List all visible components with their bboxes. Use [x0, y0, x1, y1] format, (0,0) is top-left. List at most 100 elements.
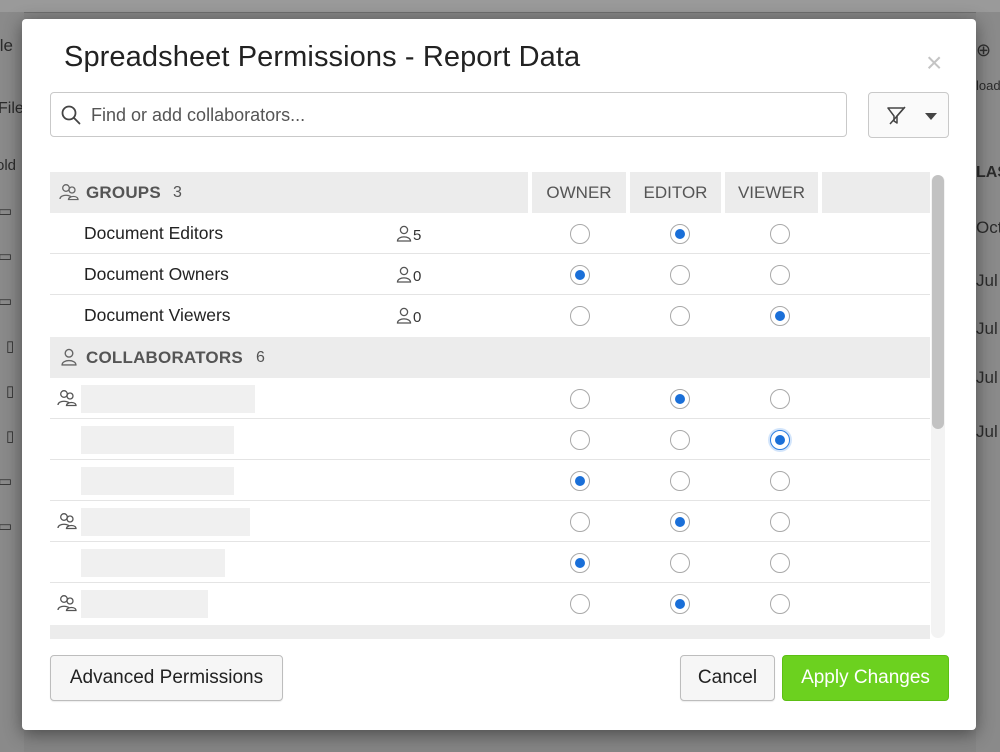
- viewer-radio[interactable]: [770, 224, 790, 244]
- background-date: Oct: [976, 218, 1000, 237]
- editor-radio[interactable]: [670, 430, 690, 450]
- collaborator-row: [50, 419, 930, 460]
- background-date: Jul: [976, 368, 998, 387]
- collaborators-count: 6: [256, 349, 265, 366]
- viewer-radio[interactable]: [770, 430, 790, 450]
- background-text: old: [0, 157, 17, 174]
- person-icon: [396, 307, 412, 324]
- group-row: Document Editors 5: [50, 213, 930, 254]
- permissions-list: GROUPS 3 OWNER EDITOR VIEWER Document Ed…: [50, 172, 949, 639]
- list-scrollbar[interactable]: [931, 175, 945, 638]
- background-right-panel: ⊕ load LAS Oct Jul Jul Jul Jul: [976, 12, 1000, 752]
- advanced-permissions-button[interactable]: Advanced Permissions: [50, 655, 283, 701]
- background-left-panel: ile File old ▭ ▭ ▭ ▯ ▯ ▯ ▭ ▭: [0, 12, 24, 752]
- groups-icon: [57, 595, 77, 612]
- member-count: 5: [396, 225, 421, 244]
- column-divider: [818, 172, 822, 213]
- editor-radio[interactable]: [670, 553, 690, 573]
- search-input[interactable]: [89, 99, 833, 131]
- person-icon: [61, 348, 77, 366]
- member-count: 0: [396, 307, 421, 326]
- collaborators-section-header: COLLABORATORS 6: [50, 337, 930, 378]
- editor-radio[interactable]: [670, 306, 690, 326]
- viewer-radio[interactable]: [770, 553, 790, 573]
- redacted-name: [81, 385, 255, 413]
- background-text: load: [976, 78, 1000, 93]
- editor-radio[interactable]: [670, 471, 690, 491]
- group-row: Document Owners 0: [50, 254, 930, 295]
- viewer-radio[interactable]: [770, 471, 790, 491]
- background-date: Jul: [976, 422, 998, 441]
- viewer-radio[interactable]: [770, 265, 790, 285]
- viewer-radio[interactable]: [770, 512, 790, 532]
- viewer-radio[interactable]: [770, 306, 790, 326]
- owner-column-header: OWNER: [532, 172, 626, 213]
- collaborator-row: [50, 378, 930, 419]
- collaborator-row: [50, 583, 930, 624]
- cancel-button[interactable]: Cancel: [680, 655, 775, 701]
- background-tab: File: [0, 100, 24, 117]
- owner-radio[interactable]: [570, 430, 590, 450]
- owner-radio[interactable]: [570, 553, 590, 573]
- member-count-value: 0: [413, 268, 422, 285]
- viewer-radio[interactable]: [770, 594, 790, 614]
- permissions-dialog: Spreadsheet Permissions - Report Data × …: [22, 19, 976, 730]
- redacted-name: [81, 467, 234, 495]
- folder-icon: ▭: [0, 473, 13, 490]
- background-date: Jul: [976, 271, 998, 290]
- redacted-name: [81, 508, 250, 536]
- member-count-value: 5: [413, 227, 422, 244]
- editor-radio[interactable]: [670, 594, 690, 614]
- groups-section-label: GROUPS: [86, 183, 161, 202]
- owner-radio[interactable]: [570, 389, 590, 409]
- owner-radio[interactable]: [570, 471, 590, 491]
- editor-column-header: EDITOR: [630, 172, 721, 213]
- collaborators-section-label: COLLABORATORS: [86, 348, 243, 367]
- groups-icon: [59, 184, 79, 201]
- group-name: Document Editors: [84, 223, 224, 243]
- folder-icon: ▭: [0, 293, 13, 310]
- person-icon: [396, 225, 412, 242]
- groups-icon: [57, 390, 77, 407]
- scrollbar-thumb[interactable]: [932, 175, 944, 429]
- editor-radio[interactable]: [670, 224, 690, 244]
- viewer-radio[interactable]: [770, 389, 790, 409]
- redacted-name: [81, 549, 225, 577]
- apply-changes-button[interactable]: Apply Changes: [782, 655, 949, 701]
- background-date: Jul: [976, 319, 998, 338]
- editor-radio[interactable]: [670, 512, 690, 532]
- owner-radio[interactable]: [570, 224, 590, 244]
- groups-count: 3: [173, 184, 182, 201]
- upload-icon: ⊕: [976, 40, 992, 60]
- member-count: 0: [396, 266, 421, 285]
- group-name: Document Viewers: [84, 305, 231, 325]
- filter-dropdown-button[interactable]: [868, 92, 949, 138]
- owner-radio[interactable]: [570, 512, 590, 532]
- member-count-value: 0: [413, 309, 422, 326]
- viewer-column-header: VIEWER: [725, 172, 818, 213]
- editor-radio[interactable]: [670, 389, 690, 409]
- group-name: Document Owners: [84, 264, 229, 284]
- collaborator-row: [50, 460, 930, 501]
- background-toolbar: [0, 0, 1000, 13]
- person-icon: [396, 266, 412, 283]
- dialog-title: Spreadsheet Permissions - Report Data: [64, 41, 581, 73]
- close-icon[interactable]: ×: [926, 49, 942, 77]
- file-icon: ▯: [6, 383, 15, 400]
- owner-radio[interactable]: [570, 306, 590, 326]
- file-icon: ▯: [6, 428, 15, 445]
- groups-icon: [57, 513, 77, 530]
- editor-radio[interactable]: [670, 265, 690, 285]
- folder-icon: ▭: [0, 518, 13, 535]
- chevron-down-icon: [925, 113, 937, 120]
- background-text: ile: [0, 36, 14, 55]
- redacted-name: [81, 426, 234, 454]
- file-icon: ▯: [6, 338, 15, 355]
- filter-icon: [887, 106, 906, 125]
- owner-radio[interactable]: [570, 265, 590, 285]
- owner-radio[interactable]: [570, 594, 590, 614]
- search-icon: [61, 105, 81, 125]
- background-column-header: LAS: [976, 164, 1000, 181]
- folder-icon: ▭: [0, 248, 13, 265]
- collaborator-row: [50, 542, 930, 583]
